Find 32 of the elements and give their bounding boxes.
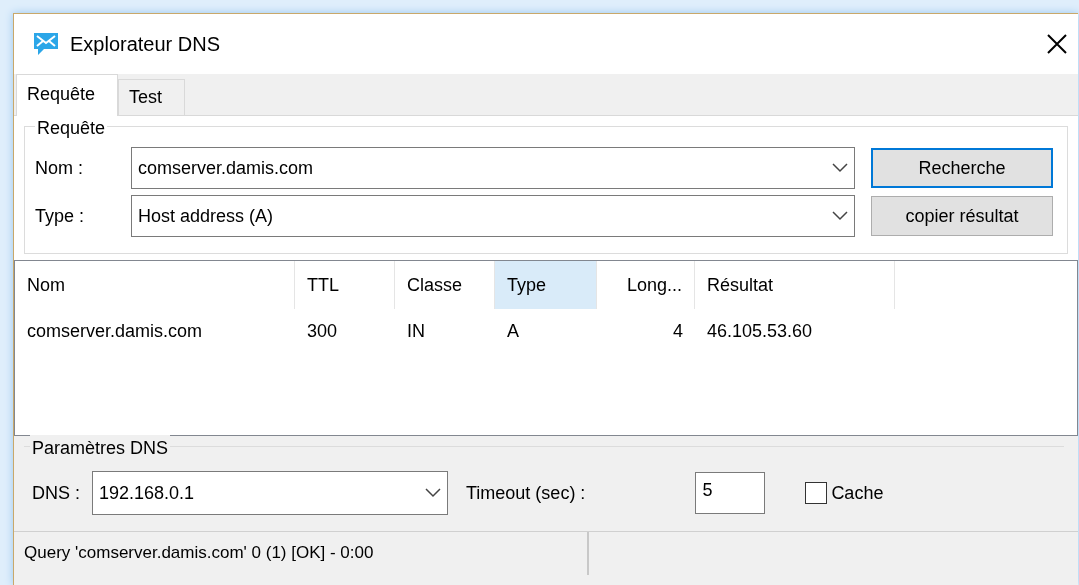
caret-icon	[425, 488, 441, 498]
caret-icon	[832, 211, 848, 221]
caret-icon	[832, 163, 848, 173]
envelope-icon	[32, 31, 60, 57]
action-button[interactable]: Recherche	[871, 148, 1053, 188]
column-header[interactable]: TTL	[295, 261, 395, 309]
cache-checkbox[interactable]	[805, 482, 828, 504]
dropdown-field[interactable]: comserver.damis.com	[131, 147, 855, 189]
status-text: Query 'comserver.damis.com' 0 (1) [OK] - 0:00	[14, 532, 589, 575]
field-label: Type :	[35, 204, 86, 228]
close-icon[interactable]	[1046, 33, 1068, 55]
cache-label[interactable]: Cache	[831, 479, 884, 507]
table-cell-text: IN	[406, 319, 426, 343]
timeout-label: Timeout (sec) :	[466, 481, 586, 505]
window-title: Explorateur DNS	[70, 32, 222, 57]
dns-label: DNS :	[32, 481, 80, 505]
table-cell-text: A	[506, 319, 520, 343]
dns-combo[interactable]: 192.168.0.1	[92, 471, 448, 515]
field-label: Nom :	[35, 156, 84, 180]
table-cell-text: 4	[672, 319, 684, 343]
table-cell-text: 46.105.53.60	[706, 319, 814, 343]
column-header[interactable]: Résultat	[695, 261, 895, 309]
column-header[interactable]: Type	[495, 261, 597, 309]
column-header[interactable]: Nom	[15, 261, 295, 309]
timeout-field[interactable]: 5	[695, 472, 766, 514]
column-header[interactable]: Long...	[597, 261, 695, 309]
table-cell-text: comserver.damis.com	[26, 319, 204, 343]
dropdown-field[interactable]: Host address (A)	[131, 195, 855, 237]
action-button[interactable]: copier résultat	[871, 196, 1053, 236]
tab[interactable]: Requête	[16, 74, 119, 116]
tab[interactable]: Test	[118, 79, 186, 115]
table-cell-text: 300	[306, 319, 339, 343]
